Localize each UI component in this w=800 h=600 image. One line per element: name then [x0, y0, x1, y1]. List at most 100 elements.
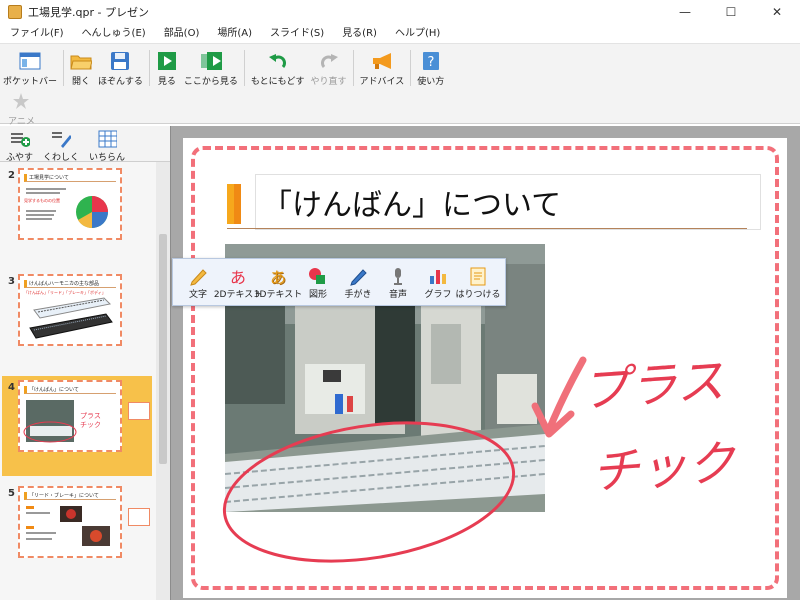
- insert-shape-label: 図形: [308, 289, 327, 300]
- insert-text-button[interactable]: 文字: [179, 265, 217, 300]
- advice-button[interactable]: アドバイス: [357, 50, 408, 87]
- insert-handwriting-button[interactable]: 手がき: [339, 265, 377, 300]
- maximize-button[interactable]: ☐: [708, 0, 754, 24]
- help-book-icon: ?: [420, 50, 442, 72]
- slide-canvas-area: 「けんばん」について プラス チック: [170, 126, 800, 600]
- slide-preview: 「けんばん」について プラス チック: [18, 380, 122, 452]
- insert-floating-toolbar: 文字 あ 2Dテキスト あ 3Dテキスト 図形 手がき 音声 グラフ はりつける: [172, 258, 506, 306]
- slide-list: 2 工場見学について 見学するものの位置 3 けんばんハーモニカの主な部品 「け…: [0, 162, 170, 600]
- detail-view-icon: [51, 130, 72, 148]
- toolbar-divider: [352, 50, 354, 86]
- handwriting-text-line1: プラス: [579, 353, 727, 419]
- toolbar-divider: [148, 50, 150, 86]
- svg-text:?: ?: [427, 55, 434, 70]
- show-button[interactable]: 見る: [153, 50, 181, 87]
- anime-star-icon: [10, 90, 32, 112]
- insert-handwriting-label: 手がき: [344, 289, 372, 300]
- play-icon: [156, 50, 178, 72]
- scrollbar-thumb[interactable]: [159, 234, 167, 464]
- 2d-text-icon: あ: [229, 267, 246, 287]
- reed-photo-thumbnail: [26, 506, 110, 546]
- folder-icon: [70, 50, 93, 72]
- insert-text-label: 文字: [188, 289, 207, 300]
- slide-number: 2: [8, 170, 15, 181]
- show-label: 見る: [157, 77, 176, 87]
- save-label: ほぞんする: [98, 77, 143, 87]
- slide-preview: 「リード・ブレーキ」について: [18, 486, 122, 558]
- undo-label: もとにもどす: [250, 77, 305, 87]
- slide-number: 4: [8, 382, 15, 393]
- main-toolbar: ポケットバー 開く ほぞんする 見る ここから見る もとにもどす やり直す アド…: [0, 44, 800, 127]
- pie-chart-thumbnail: [26, 188, 108, 229]
- undo-button[interactable]: もとにもどす: [248, 50, 308, 87]
- open-label: 開く: [72, 77, 91, 87]
- grid-list-icon: [97, 130, 118, 148]
- toolbar-divider: [63, 50, 65, 86]
- menu-bar: ファイル(F) へんしゅう(E) 部品(O) 場所(A) スライド(S) 見る(…: [0, 24, 800, 44]
- redo-button[interactable]: やり直す: [308, 50, 350, 87]
- pocket-bar-label: ポケットバー: [3, 77, 58, 87]
- thumb-side-preview: [128, 508, 150, 526]
- menu-help[interactable]: ヘルプ(H): [389, 24, 446, 44]
- toolbar-divider: [410, 50, 412, 86]
- menu-edit[interactable]: へんしゅう(E): [76, 24, 152, 44]
- insert-graph-button[interactable]: グラフ: [419, 265, 457, 300]
- undo-icon: [267, 50, 289, 72]
- minimize-button[interactable]: —: [662, 0, 708, 24]
- advice-label: アドバイス: [359, 77, 405, 87]
- pocket-bar-button[interactable]: ポケットバー: [0, 50, 60, 87]
- menu-file[interactable]: ファイル(F): [4, 24, 70, 44]
- slide-canvas[interactable]: 「けんばん」について プラス チック: [183, 138, 787, 598]
- insert-3d-text-label: 3Dテキスト: [253, 289, 303, 300]
- show-from-here-label: ここから見る: [183, 77, 238, 87]
- list-view-button[interactable]: いちらん: [89, 130, 125, 163]
- anime-button[interactable]: アニメ: [8, 90, 35, 127]
- insert-graph-label: グラフ: [424, 289, 452, 300]
- slide-thumbnail-4[interactable]: 4 「けんばん」について プラス チック: [2, 376, 152, 476]
- window-controls: — ☐ ✕: [662, 0, 800, 24]
- 3d-text-icon: あ: [269, 267, 286, 287]
- thumb-annotation: プラス チック: [80, 412, 101, 429]
- redo-label: やり直す: [310, 77, 347, 87]
- add-slide-button[interactable]: ふやす: [6, 130, 33, 163]
- slide-list-scrollbar[interactable]: [156, 162, 170, 600]
- save-disk-icon: [109, 50, 131, 72]
- slide-title-box[interactable]: 「けんばん」について: [255, 174, 761, 230]
- insert-sound-button[interactable]: 音声: [379, 265, 417, 300]
- pocket-bar-icon: [19, 50, 41, 72]
- pencil-icon: [186, 265, 210, 287]
- paste-label: はりつける: [455, 289, 501, 300]
- toolbar-divider: [243, 50, 245, 86]
- slide-thumbnail-2[interactable]: 2 工場見学について 見学するものの位置: [2, 164, 152, 264]
- pen-icon: [346, 265, 370, 287]
- insert-2d-text-button[interactable]: あ 2Dテキスト: [214, 265, 262, 300]
- detail-view-button[interactable]: くわしく: [43, 130, 79, 163]
- close-button[interactable]: ✕: [754, 0, 800, 24]
- insert-3d-text-button[interactable]: あ 3Dテキスト: [254, 265, 302, 300]
- megaphone-icon: [371, 50, 393, 72]
- play-from-here-icon: [200, 50, 222, 72]
- harmonica-thumbnail: [29, 297, 113, 339]
- show-from-here-button[interactable]: ここから見る: [181, 50, 241, 87]
- insert-sound-label: 音声: [388, 289, 407, 300]
- insert-shape-button[interactable]: 図形: [299, 265, 337, 300]
- shapes-icon: [306, 265, 330, 287]
- thumb-side-preview: [128, 402, 150, 420]
- paste-button[interactable]: はりつける: [455, 265, 501, 300]
- slide-thumbnail-5[interactable]: 5 「リード・ブレーキ」について: [2, 482, 152, 582]
- handwriting-text-line2: チック: [589, 435, 738, 501]
- menu-place[interactable]: 場所(A): [211, 24, 258, 44]
- slide-title: 「けんばん」について: [262, 188, 562, 223]
- menu-view[interactable]: 見る(R): [336, 24, 383, 44]
- slide-number: 3: [8, 276, 15, 287]
- slide-thumbnail-3[interactable]: 3 けんばんハーモニカの主な部品 「けんばん」「リード」「ブレーキ」「ボディ」: [2, 270, 152, 370]
- microphone-icon: [386, 265, 410, 287]
- slide-panel-toolbar: ふやす くわしく いちらん: [0, 126, 170, 163]
- save-button[interactable]: ほぞんする: [95, 50, 146, 87]
- open-button[interactable]: 開く: [67, 50, 95, 87]
- menu-parts[interactable]: 部品(O): [158, 24, 206, 44]
- menu-slide[interactable]: スライド(S): [264, 24, 330, 44]
- howto-button[interactable]: ? 使い方: [414, 50, 447, 87]
- slide-preview: けんばんハーモニカの主な部品 「けんばん」「リード」「ブレーキ」「ボディ」: [18, 274, 122, 346]
- paste-clipboard-icon: [466, 265, 490, 287]
